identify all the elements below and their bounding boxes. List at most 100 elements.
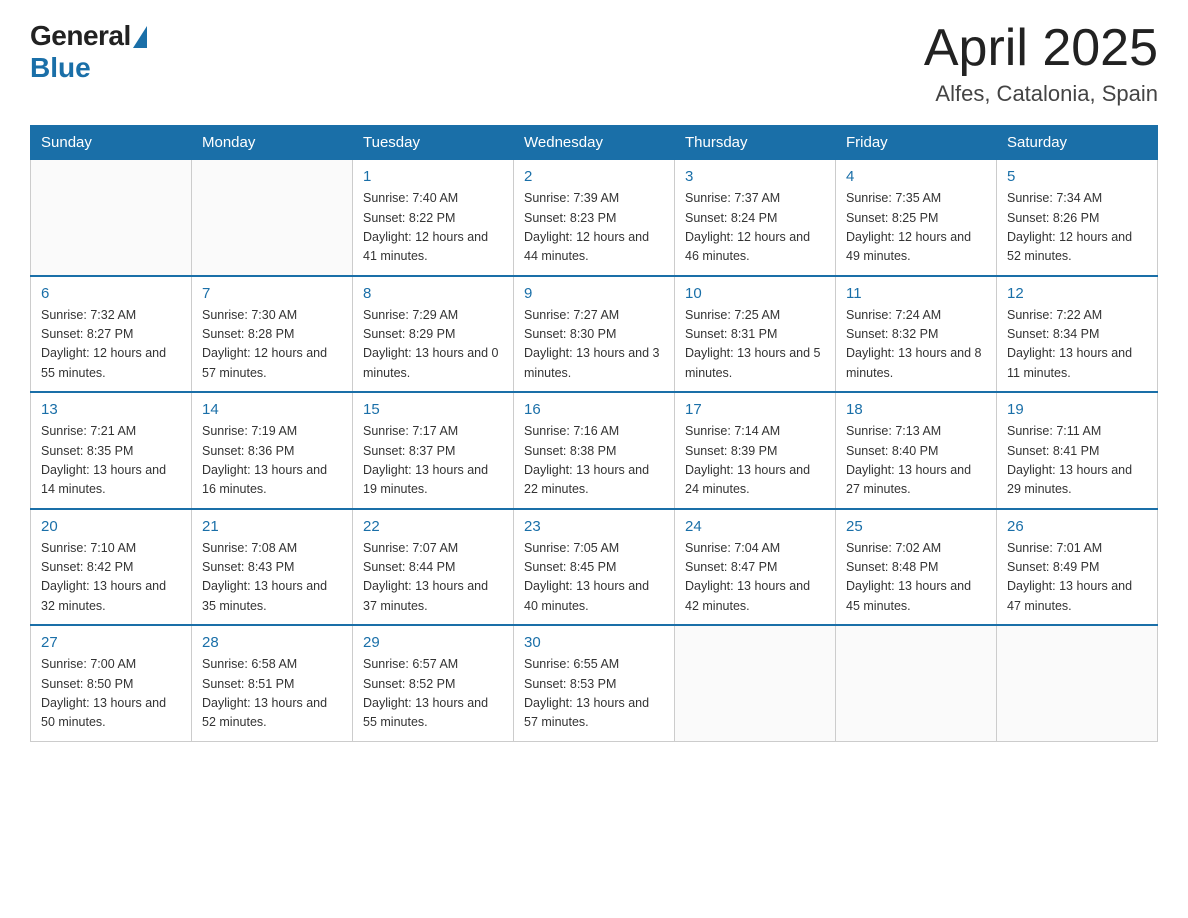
day-info: Sunrise: 7:00 AMSunset: 8:50 PMDaylight:… <box>41 655 181 733</box>
day-number: 12 <box>1007 285 1147 302</box>
day-info: Sunrise: 7:37 AMSunset: 8:24 PMDaylight:… <box>685 189 825 267</box>
calendar-cell: 29 Sunrise: 6:57 AMSunset: 8:52 PMDayligh… <box>353 625 514 741</box>
calendar-cell: 4 Sunrise: 7:35 AMSunset: 8:25 PMDaylight… <box>836 160 997 276</box>
calendar-title: April 2025 <box>924 20 1158 77</box>
calendar-cell: 26 Sunrise: 7:01 AMSunset: 8:49 PMDayligh… <box>997 509 1158 626</box>
day-info: Sunrise: 7:40 AMSunset: 8:22 PMDaylight:… <box>363 189 503 267</box>
day-number: 7 <box>202 285 342 302</box>
day-info: Sunrise: 7:04 AMSunset: 8:47 PMDaylight:… <box>685 539 825 617</box>
weekday-header-friday: Friday <box>836 126 997 160</box>
day-number: 25 <box>846 518 986 535</box>
day-number: 23 <box>524 518 664 535</box>
calendar-cell: 6Sunrise: 7:32 AMSunset: 8:27 PMDaylight… <box>31 276 192 393</box>
weekday-header-tuesday: Tuesday <box>353 126 514 160</box>
calendar-cell: 20Sunrise: 7:10 AMSunset: 8:42 PMDayligh… <box>31 509 192 626</box>
day-number: 18 <box>846 401 986 418</box>
calendar-cell: 14Sunrise: 7:19 AMSunset: 8:36 PMDayligh… <box>192 392 353 509</box>
calendar-week-row: 20Sunrise: 7:10 AMSunset: 8:42 PMDayligh… <box>31 509 1158 626</box>
day-info: Sunrise: 7:32 AMSunset: 8:27 PMDaylight:… <box>41 306 181 384</box>
day-number: 26 <box>1007 518 1147 535</box>
day-number: 9 <box>524 285 664 302</box>
day-info: Sunrise: 7:05 AMSunset: 8:45 PMDaylight:… <box>524 539 664 617</box>
day-number: 30 <box>524 634 664 651</box>
day-number: 3 <box>685 168 825 185</box>
calendar-cell: 15 Sunrise: 7:17 AMSunset: 8:37 PMDayligh… <box>353 392 514 509</box>
day-number: 8 <box>363 285 503 302</box>
day-info: Sunrise: 7:01 AMSunset: 8:49 PMDaylight:… <box>1007 539 1147 617</box>
day-info: Sunrise: 7:14 AMSunset: 8:39 PMDaylight:… <box>685 422 825 500</box>
calendar-week-row: 6Sunrise: 7:32 AMSunset: 8:27 PMDaylight… <box>31 276 1158 393</box>
calendar-cell: 3 Sunrise: 7:37 AMSunset: 8:24 PMDaylight… <box>675 160 836 276</box>
calendar-cell: 2 Sunrise: 7:39 AMSunset: 8:23 PMDaylight… <box>514 160 675 276</box>
day-number: 10 <box>685 285 825 302</box>
day-info: Sunrise: 7:24 AMSunset: 8:32 PMDaylight:… <box>846 306 986 384</box>
day-info: Sunrise: 7:02 AMSunset: 8:48 PMDaylight:… <box>846 539 986 617</box>
day-number: 2 <box>524 168 664 185</box>
calendar-cell <box>675 625 836 741</box>
weekday-header-thursday: Thursday <box>675 126 836 160</box>
day-info: Sunrise: 6:57 AMSunset: 8:52 PMDaylight:… <box>363 655 503 733</box>
day-number: 4 <box>846 168 986 185</box>
page-header: General Blue April 2025 Alfes, Catalonia… <box>30 20 1158 107</box>
day-info: Sunrise: 7:21 AMSunset: 8:35 PMDaylight:… <box>41 422 181 500</box>
calendar-cell: 23 Sunrise: 7:05 AMSunset: 8:45 PMDayligh… <box>514 509 675 626</box>
day-number: 19 <box>1007 401 1147 418</box>
calendar-cell: 9Sunrise: 7:27 AMSunset: 8:30 PMDaylight… <box>514 276 675 393</box>
logo-blue-text: Blue <box>30 52 91 84</box>
day-number: 13 <box>41 401 181 418</box>
day-number: 14 <box>202 401 342 418</box>
calendar-cell: 5 Sunrise: 7:34 AMSunset: 8:26 PMDaylight… <box>997 160 1158 276</box>
day-info: Sunrise: 6:58 AMSunset: 8:51 PMDaylight:… <box>202 655 342 733</box>
day-info: Sunrise: 7:13 AMSunset: 8:40 PMDaylight:… <box>846 422 986 500</box>
calendar-cell: 8Sunrise: 7:29 AMSunset: 8:29 PMDaylight… <box>353 276 514 393</box>
day-info: Sunrise: 7:11 AMSunset: 8:41 PMDaylight:… <box>1007 422 1147 500</box>
weekday-header-row: SundayMondayTuesdayWednesdayThursdayFrid… <box>31 126 1158 160</box>
calendar-cell: 18 Sunrise: 7:13 AMSunset: 8:40 PMDayligh… <box>836 392 997 509</box>
day-info: Sunrise: 6:55 AMSunset: 8:53 PMDaylight:… <box>524 655 664 733</box>
day-number: 16 <box>524 401 664 418</box>
day-info: Sunrise: 7:35 AMSunset: 8:25 PMDaylight:… <box>846 189 986 267</box>
calendar-cell: 1 Sunrise: 7:40 AMSunset: 8:22 PMDaylight… <box>353 160 514 276</box>
day-info: Sunrise: 7:34 AMSunset: 8:26 PMDaylight:… <box>1007 189 1147 267</box>
calendar-week-row: 27 Sunrise: 7:00 AMSunset: 8:50 PMDayligh… <box>31 625 1158 741</box>
day-info: Sunrise: 7:25 AMSunset: 8:31 PMDaylight:… <box>685 306 825 384</box>
day-number: 22 <box>363 518 503 535</box>
calendar-cell: 13 Sunrise: 7:21 AMSunset: 8:35 PMDayligh… <box>31 392 192 509</box>
day-number: 5 <box>1007 168 1147 185</box>
calendar-cell: 16Sunrise: 7:16 AMSunset: 8:38 PMDayligh… <box>514 392 675 509</box>
calendar-cell: 27 Sunrise: 7:00 AMSunset: 8:50 PMDayligh… <box>31 625 192 741</box>
weekday-header-wednesday: Wednesday <box>514 126 675 160</box>
day-number: 27 <box>41 634 181 651</box>
weekday-header-monday: Monday <box>192 126 353 160</box>
logo-triangle-icon <box>133 26 147 48</box>
weekday-header-saturday: Saturday <box>997 126 1158 160</box>
calendar-cell: 7 Sunrise: 7:30 AMSunset: 8:28 PMDaylight… <box>192 276 353 393</box>
day-number: 1 <box>363 168 503 185</box>
day-info: Sunrise: 7:10 AMSunset: 8:42 PMDaylight:… <box>41 539 181 617</box>
calendar-cell <box>192 160 353 276</box>
calendar-cell: 24Sunrise: 7:04 AMSunset: 8:47 PMDayligh… <box>675 509 836 626</box>
day-info: Sunrise: 7:39 AMSunset: 8:23 PMDaylight:… <box>524 189 664 267</box>
calendar-location: Alfes, Catalonia, Spain <box>924 81 1158 107</box>
day-number: 29 <box>363 634 503 651</box>
day-number: 21 <box>202 518 342 535</box>
calendar-cell <box>997 625 1158 741</box>
day-number: 15 <box>363 401 503 418</box>
calendar-cell: 10 Sunrise: 7:25 AMSunset: 8:31 PMDayligh… <box>675 276 836 393</box>
calendar-cell: 22 Sunrise: 7:07 AMSunset: 8:44 PMDayligh… <box>353 509 514 626</box>
calendar-table: SundayMondayTuesdayWednesdayThursdayFrid… <box>30 125 1158 742</box>
calendar-cell: 19 Sunrise: 7:11 AMSunset: 8:41 PMDayligh… <box>997 392 1158 509</box>
calendar-cell: 30 Sunrise: 6:55 AMSunset: 8:53 PMDayligh… <box>514 625 675 741</box>
logo-general-text: General <box>30 20 131 52</box>
weekday-header-sunday: Sunday <box>31 126 192 160</box>
calendar-cell: 17Sunrise: 7:14 AMSunset: 8:39 PMDayligh… <box>675 392 836 509</box>
calendar-cell: 28 Sunrise: 6:58 AMSunset: 8:51 PMDayligh… <box>192 625 353 741</box>
calendar-cell <box>836 625 997 741</box>
day-info: Sunrise: 7:17 AMSunset: 8:37 PMDaylight:… <box>363 422 503 500</box>
day-info: Sunrise: 7:22 AMSunset: 8:34 PMDaylight:… <box>1007 306 1147 384</box>
calendar-cell: 25 Sunrise: 7:02 AMSunset: 8:48 PMDayligh… <box>836 509 997 626</box>
day-number: 28 <box>202 634 342 651</box>
day-number: 11 <box>846 285 986 302</box>
day-info: Sunrise: 7:07 AMSunset: 8:44 PMDaylight:… <box>363 539 503 617</box>
day-info: Sunrise: 7:30 AMSunset: 8:28 PMDaylight:… <box>202 306 342 384</box>
